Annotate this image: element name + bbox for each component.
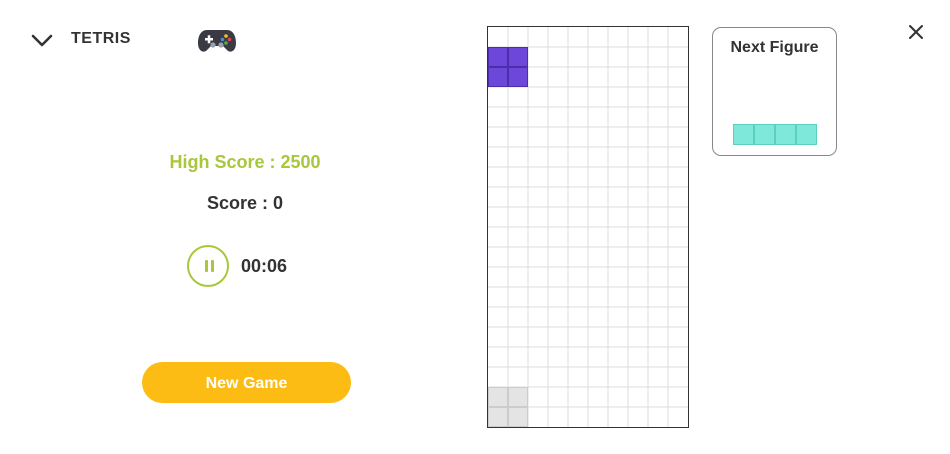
close-icon[interactable]	[906, 22, 926, 42]
pause-icon-bar	[211, 260, 214, 272]
chevron-down-icon[interactable]	[30, 30, 54, 50]
game-timer: 00:06	[241, 256, 288, 276]
active-piece-cell	[488, 47, 508, 67]
app-title: TETRIS	[71, 30, 131, 47]
next-figure-panel: Next Figure	[712, 27, 837, 156]
high-score: High Score : 2500	[169, 152, 321, 172]
pause-button[interactable]	[187, 245, 229, 287]
next-piece-cell	[733, 124, 754, 145]
ghost-piece-cell	[508, 407, 528, 427]
score: Score : 0	[206, 193, 284, 213]
next-piece-cell	[775, 124, 796, 145]
next-piece-cell	[796, 124, 817, 145]
gamepad-icon	[198, 30, 236, 52]
active-piece-cell	[508, 47, 528, 67]
ghost-piece-cell	[488, 407, 508, 427]
active-piece-cell	[508, 67, 528, 87]
pause-icon	[205, 260, 208, 272]
next-figure-label: Next Figure	[730, 39, 819, 56]
next-piece-cell	[754, 124, 775, 145]
next-figure-preview	[733, 124, 817, 145]
ghost-piece-cell	[488, 387, 508, 407]
board-grid	[488, 27, 688, 427]
new-game-button[interactable]: New Game	[142, 362, 351, 403]
ghost-piece-cell	[508, 387, 528, 407]
game-board[interactable]	[487, 26, 689, 428]
active-piece-cell	[488, 67, 508, 87]
